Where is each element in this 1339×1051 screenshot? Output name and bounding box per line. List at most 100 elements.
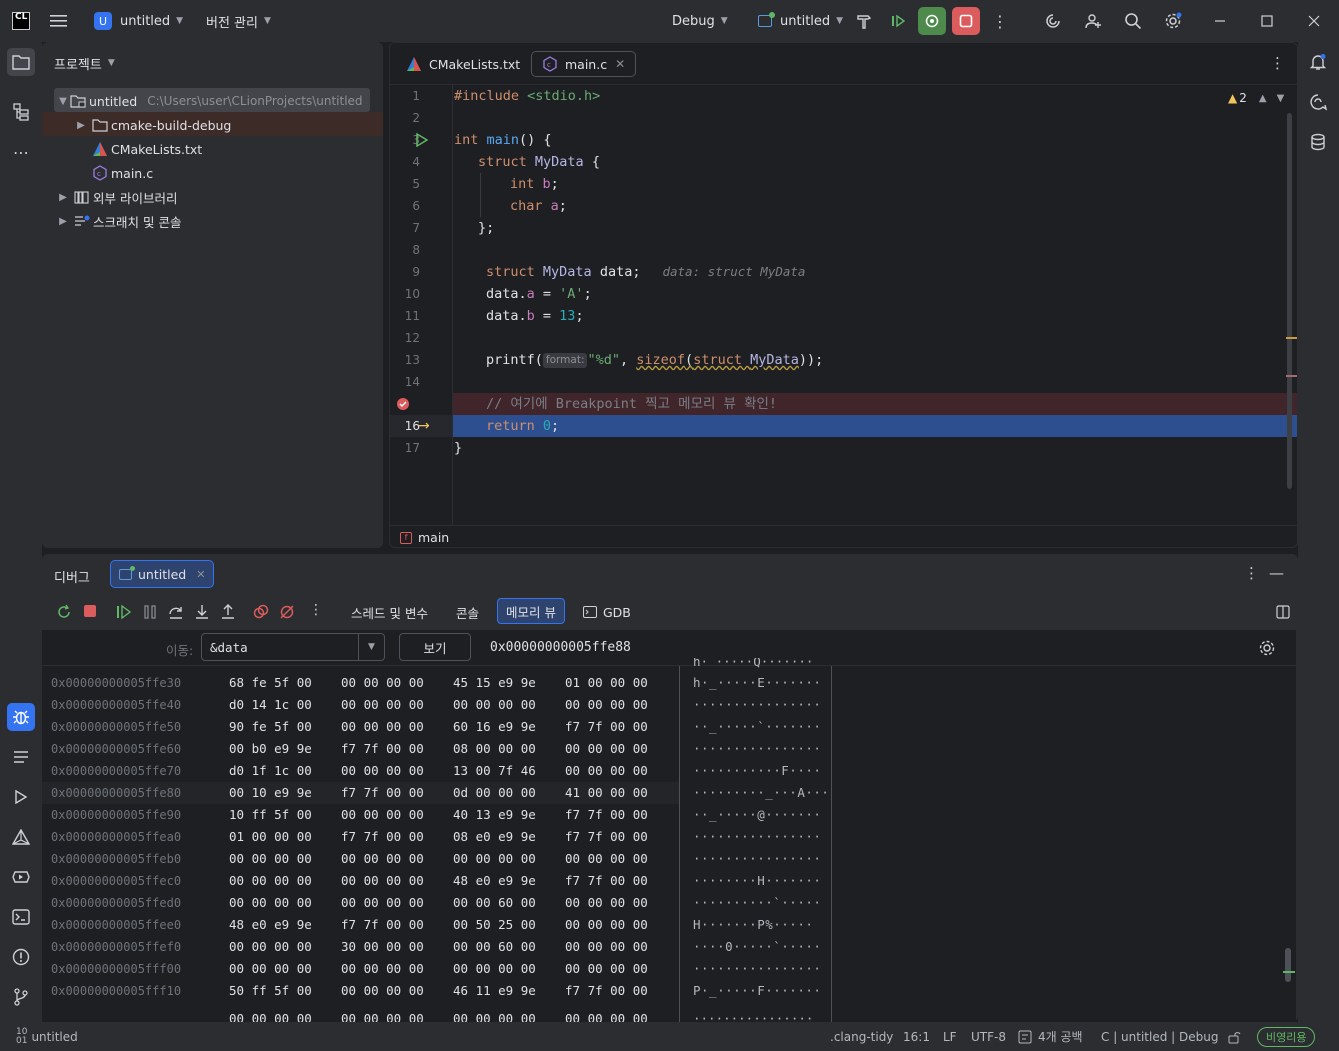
stop-debug-button[interactable]: [83, 604, 97, 622]
maximize-button[interactable]: [1253, 7, 1281, 35]
goto-address-input[interactable]: &data: [202, 640, 358, 655]
memory-hex-group[interactable]: 00 b0 e9 9e: [229, 738, 312, 760]
memory-hex-group[interactable]: 00 00 00 00: [229, 848, 312, 870]
step-over-button[interactable]: [168, 604, 184, 624]
memory-hex-group[interactable]: 00 00 00 00: [229, 870, 312, 892]
view-breakpoints-button[interactable]: [253, 604, 269, 624]
build-button[interactable]: [850, 7, 878, 35]
rerun-button[interactable]: [56, 604, 72, 624]
warning-stripe-marker[interactable]: [1286, 337, 1297, 339]
memory-hex-group[interactable]: 41 00 00 00: [565, 782, 648, 804]
memory-hex-group[interactable]: 00 00 00 00: [565, 760, 648, 782]
memory-hex-group[interactable]: 00 00 00 00: [341, 694, 424, 716]
memory-hex-group[interactable]: 50 ff 5f 00: [229, 980, 312, 1002]
mute-breakpoints-button[interactable]: [279, 604, 295, 624]
chevron-down-icon[interactable]: ▼: [358, 634, 384, 660]
tree-item-cmakelists[interactable]: CMakeLists.txt: [92, 137, 202, 161]
memory-hex-group[interactable]: 48 e0 e9 9e: [453, 870, 536, 892]
memory-hex-group[interactable]: 00 00 00 00: [453, 848, 536, 870]
memory-hex-group[interactable]: d0 1f 1c 00: [229, 760, 312, 782]
memory-hex-group[interactable]: 68 fe 5f 00: [229, 672, 312, 694]
more-tools-button[interactable]: ⋯: [7, 138, 35, 166]
search-button[interactable]: [1119, 7, 1147, 35]
services-tool-button[interactable]: [7, 863, 35, 891]
breakpoint-stripe-marker[interactable]: [1286, 375, 1297, 377]
memory-hex-group[interactable]: 00 00 00 00: [565, 936, 648, 958]
memory-hex-group[interactable]: 48 e0 e9 9e: [229, 914, 312, 936]
status-encoding[interactable]: UTF-8: [971, 1022, 1006, 1051]
memory-hex-group[interactable]: 00 00 00 00: [341, 672, 424, 694]
status-lint[interactable]: .clang-tidy: [830, 1022, 893, 1051]
memory-hex-group[interactable]: 00 00 00 00: [565, 892, 648, 914]
editor-scrollbar[interactable]: [1287, 113, 1292, 489]
tree-item-main-c[interactable]: c main.c: [92, 161, 153, 185]
memory-hex-group[interactable]: 01 00 00 00: [565, 672, 648, 694]
memory-settings-button[interactable]: [1258, 639, 1276, 661]
tree-item-scratches[interactable]: ▶ 스크래치 및 콘솔: [56, 209, 181, 233]
debug-options-button[interactable]: ⋮: [1244, 564, 1259, 582]
memory-hex-group[interactable]: 46 11 e9 9e: [453, 980, 536, 1002]
memory-hex-group[interactable]: 00 00 00 00: [341, 980, 424, 1002]
memory-hex-group[interactable]: 00 00 00 00: [229, 936, 312, 958]
memory-hex-group[interactable]: 00 00 00 00: [341, 848, 424, 870]
breakpoint-marker[interactable]: [396, 396, 412, 416]
goto-address-combobox[interactable]: &data ▼: [201, 633, 385, 661]
chevron-up-icon[interactable]: ▲: [1259, 93, 1267, 104]
git-tool-button[interactable]: [7, 983, 35, 1011]
rerun-debug-button[interactable]: [918, 7, 946, 35]
memory-hex-group[interactable]: f7 7f 00 00: [341, 738, 424, 760]
step-into-button[interactable]: [194, 604, 210, 624]
more-debug-actions-button[interactable]: ⋮: [309, 602, 323, 618]
memory-hex-group[interactable]: 08 00 00 00: [453, 738, 536, 760]
memory-hex-group[interactable]: 00 50 25 00: [453, 914, 536, 936]
memory-hex-group[interactable]: 00 00 00 00: [229, 958, 312, 980]
memory-hex-group[interactable]: 00 00 00 00: [341, 804, 424, 826]
problems-tool-button[interactable]: [7, 943, 35, 971]
memory-hex-group[interactable]: 90 fe 5f 00: [229, 716, 312, 738]
stop-button[interactable]: [952, 7, 980, 35]
project-selector[interactable]: U untitled ▼: [94, 0, 183, 42]
memory-hex-group[interactable]: 10 ff 5f 00: [229, 804, 312, 826]
status-line-ending[interactable]: LF: [943, 1022, 957, 1051]
close-tab-icon[interactable]: ✕: [615, 57, 625, 71]
run-gutter-button[interactable]: [416, 132, 429, 151]
memory-hex-group[interactable]: f7 7f 00 00: [565, 804, 648, 826]
memory-hex-group[interactable]: 00 00 00 00: [565, 694, 648, 716]
tree-item-cmake-build-debug[interactable]: ▶ cmake-build-debug: [74, 113, 231, 137]
memory-hex-group[interactable]: 30 00 00 00: [341, 936, 424, 958]
memory-scrollbar[interactable]: [1285, 948, 1291, 982]
main-menu-button[interactable]: [50, 0, 68, 42]
tab-options-button[interactable]: ⋮: [1270, 54, 1285, 72]
database-button[interactable]: [1304, 128, 1332, 156]
layout-settings-button[interactable]: [1276, 605, 1290, 623]
status-caret-position[interactable]: 16:1: [903, 1022, 930, 1051]
memory-hex-group[interactable]: 45 15 e9 9e: [453, 672, 536, 694]
ai-chat-button[interactable]: [1304, 88, 1332, 116]
debug-session-tab[interactable]: untitled ✕: [110, 560, 215, 588]
status-license[interactable]: 비영리용: [1257, 1022, 1316, 1051]
tree-item-external-libraries[interactable]: ▶ 외부 라이브러리: [56, 185, 177, 209]
breadcrumb-item[interactable]: main: [418, 530, 449, 545]
inspection-widget[interactable]: ▲ 2 ▲ ▼: [1228, 91, 1284, 105]
memory-hex-group[interactable]: 13 00 7f 46: [453, 760, 536, 782]
tab-memory-view[interactable]: 메모리 뷰: [497, 598, 565, 624]
memory-hex-group[interactable]: 00 00 00 00: [565, 848, 648, 870]
memory-hex-group[interactable]: 00 00 00 00: [453, 694, 536, 716]
tab-cmakelists[interactable]: CMakeLists.txt: [396, 51, 530, 77]
view-button[interactable]: 보기: [399, 633, 471, 661]
memory-hex-group[interactable]: 00 10 e9 9e: [229, 782, 312, 804]
code-with-me-button[interactable]: [1080, 7, 1108, 35]
status-project[interactable]: 10 01 untitled: [16, 1022, 78, 1051]
memory-hex-group[interactable]: f7 7f 00 00: [565, 980, 648, 1002]
step-out-button[interactable]: [220, 604, 236, 624]
memory-hex-group[interactable]: 00 00 00 00: [341, 958, 424, 980]
tab-gdb[interactable]: GDB: [575, 600, 639, 624]
vcs-menu[interactable]: 버전 관리 ▼: [206, 0, 271, 42]
memory-hex-group[interactable]: 00 00 60 00: [453, 892, 536, 914]
memory-hex-group[interactable]: 00 00 00 00: [453, 958, 536, 980]
tab-threads-variables[interactable]: 스레드 및 변수: [343, 600, 436, 624]
memory-hex-group[interactable]: 00 00 00 00: [341, 892, 424, 914]
memory-hex-group[interactable]: 00 00 00 00: [229, 892, 312, 914]
terminal-tool-button[interactable]: [7, 903, 35, 931]
status-lock[interactable]: [1227, 1022, 1241, 1051]
